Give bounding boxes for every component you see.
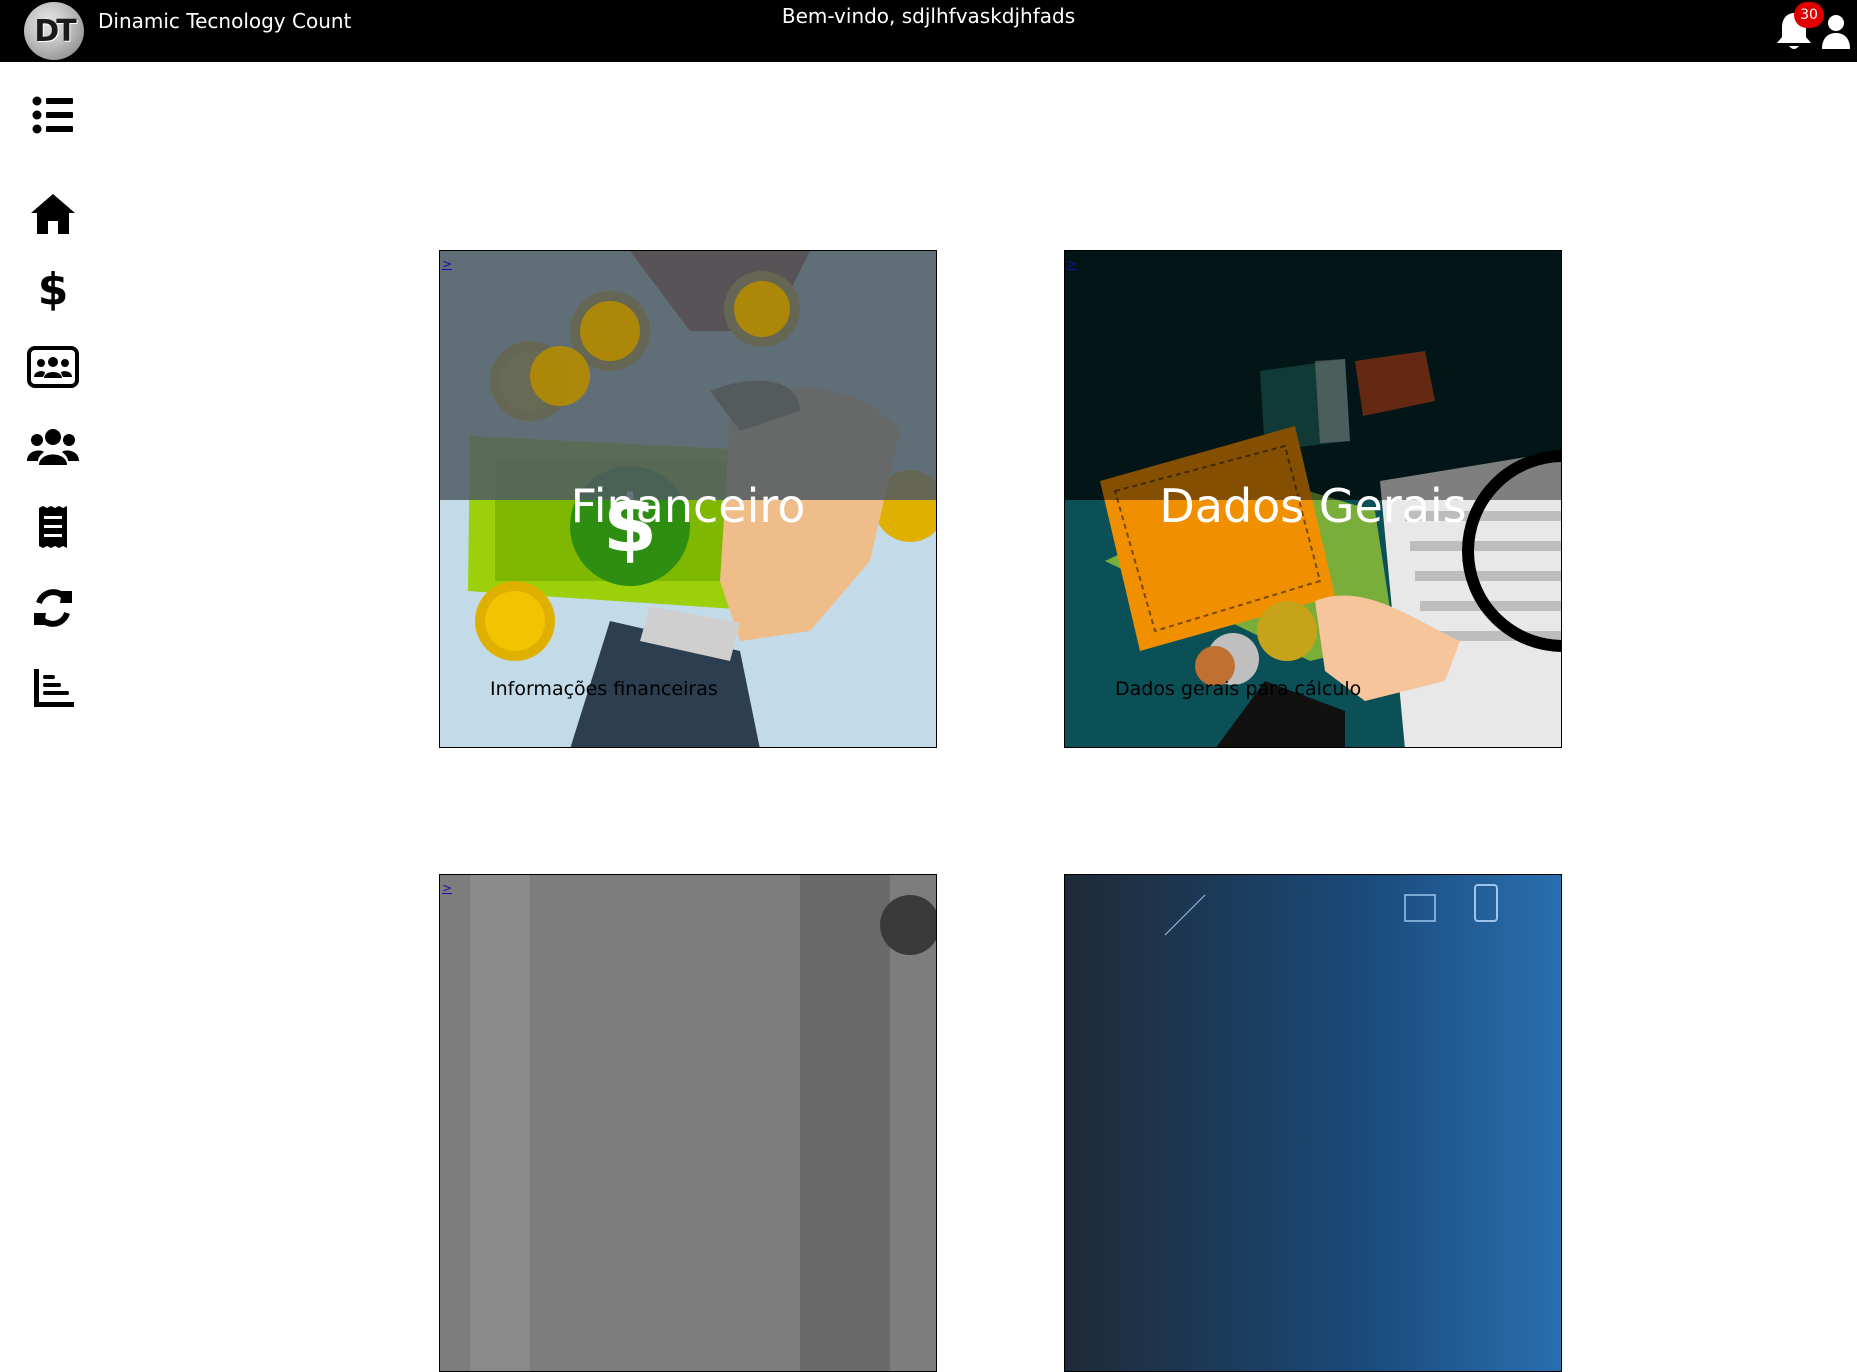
- sync-icon: [34, 589, 72, 627]
- card-3[interactable]: >: [439, 874, 937, 1372]
- sidebar-item-financeiro[interactable]: $: [26, 264, 80, 314]
- card-description: Informações financeiras: [490, 678, 718, 700]
- card-link[interactable]: >: [442, 257, 452, 271]
- card-4[interactable]: [1064, 874, 1562, 1372]
- sidebar-item-users[interactable]: [26, 421, 80, 471]
- home-icon: [31, 194, 75, 234]
- dollar-icon: $: [38, 266, 68, 312]
- card-link[interactable]: >: [442, 881, 452, 895]
- welcome-message: Bem-vindo, sdjlhfvaskdjhfads: [781, 4, 1076, 28]
- card-dados-gerais[interactable]: > Dados Gerais Dados gerais para cálculo: [1064, 250, 1562, 748]
- sidebar-item-sync[interactable]: [26, 583, 80, 633]
- card-description: Dados gerais para cálculo: [1115, 678, 1362, 700]
- card-3-illustration: [440, 875, 936, 1371]
- card-financeiro[interactable]: $ > Financeiro Informações financeiras: [439, 250, 937, 748]
- menu-toggle-button[interactable]: [26, 90, 80, 140]
- sidebar-item-home[interactable]: [26, 189, 80, 239]
- card-title: Dados Gerais: [1159, 479, 1467, 533]
- card-title: Financeiro: [570, 479, 806, 533]
- svg-text:$: $: [38, 266, 68, 312]
- card-link[interactable]: >: [1067, 257, 1077, 271]
- menu-list-icon: [32, 96, 73, 134]
- card-4-illustration: [1065, 875, 1561, 1371]
- bar-chart-icon: [34, 669, 74, 707]
- team-card-icon: [27, 346, 79, 388]
- user-icon[interactable]: [1820, 14, 1852, 50]
- sidebar-item-reports[interactable]: [26, 663, 80, 713]
- sidebar-item-team-card[interactable]: [26, 342, 80, 392]
- users-icon: [27, 429, 79, 465]
- receipt-icon: [39, 506, 67, 548]
- top-bar: DT Dinamic Tecnology Count Bem-vindo, sd…: [0, 0, 1857, 62]
- sidebar-item-receipt[interactable]: [26, 502, 80, 552]
